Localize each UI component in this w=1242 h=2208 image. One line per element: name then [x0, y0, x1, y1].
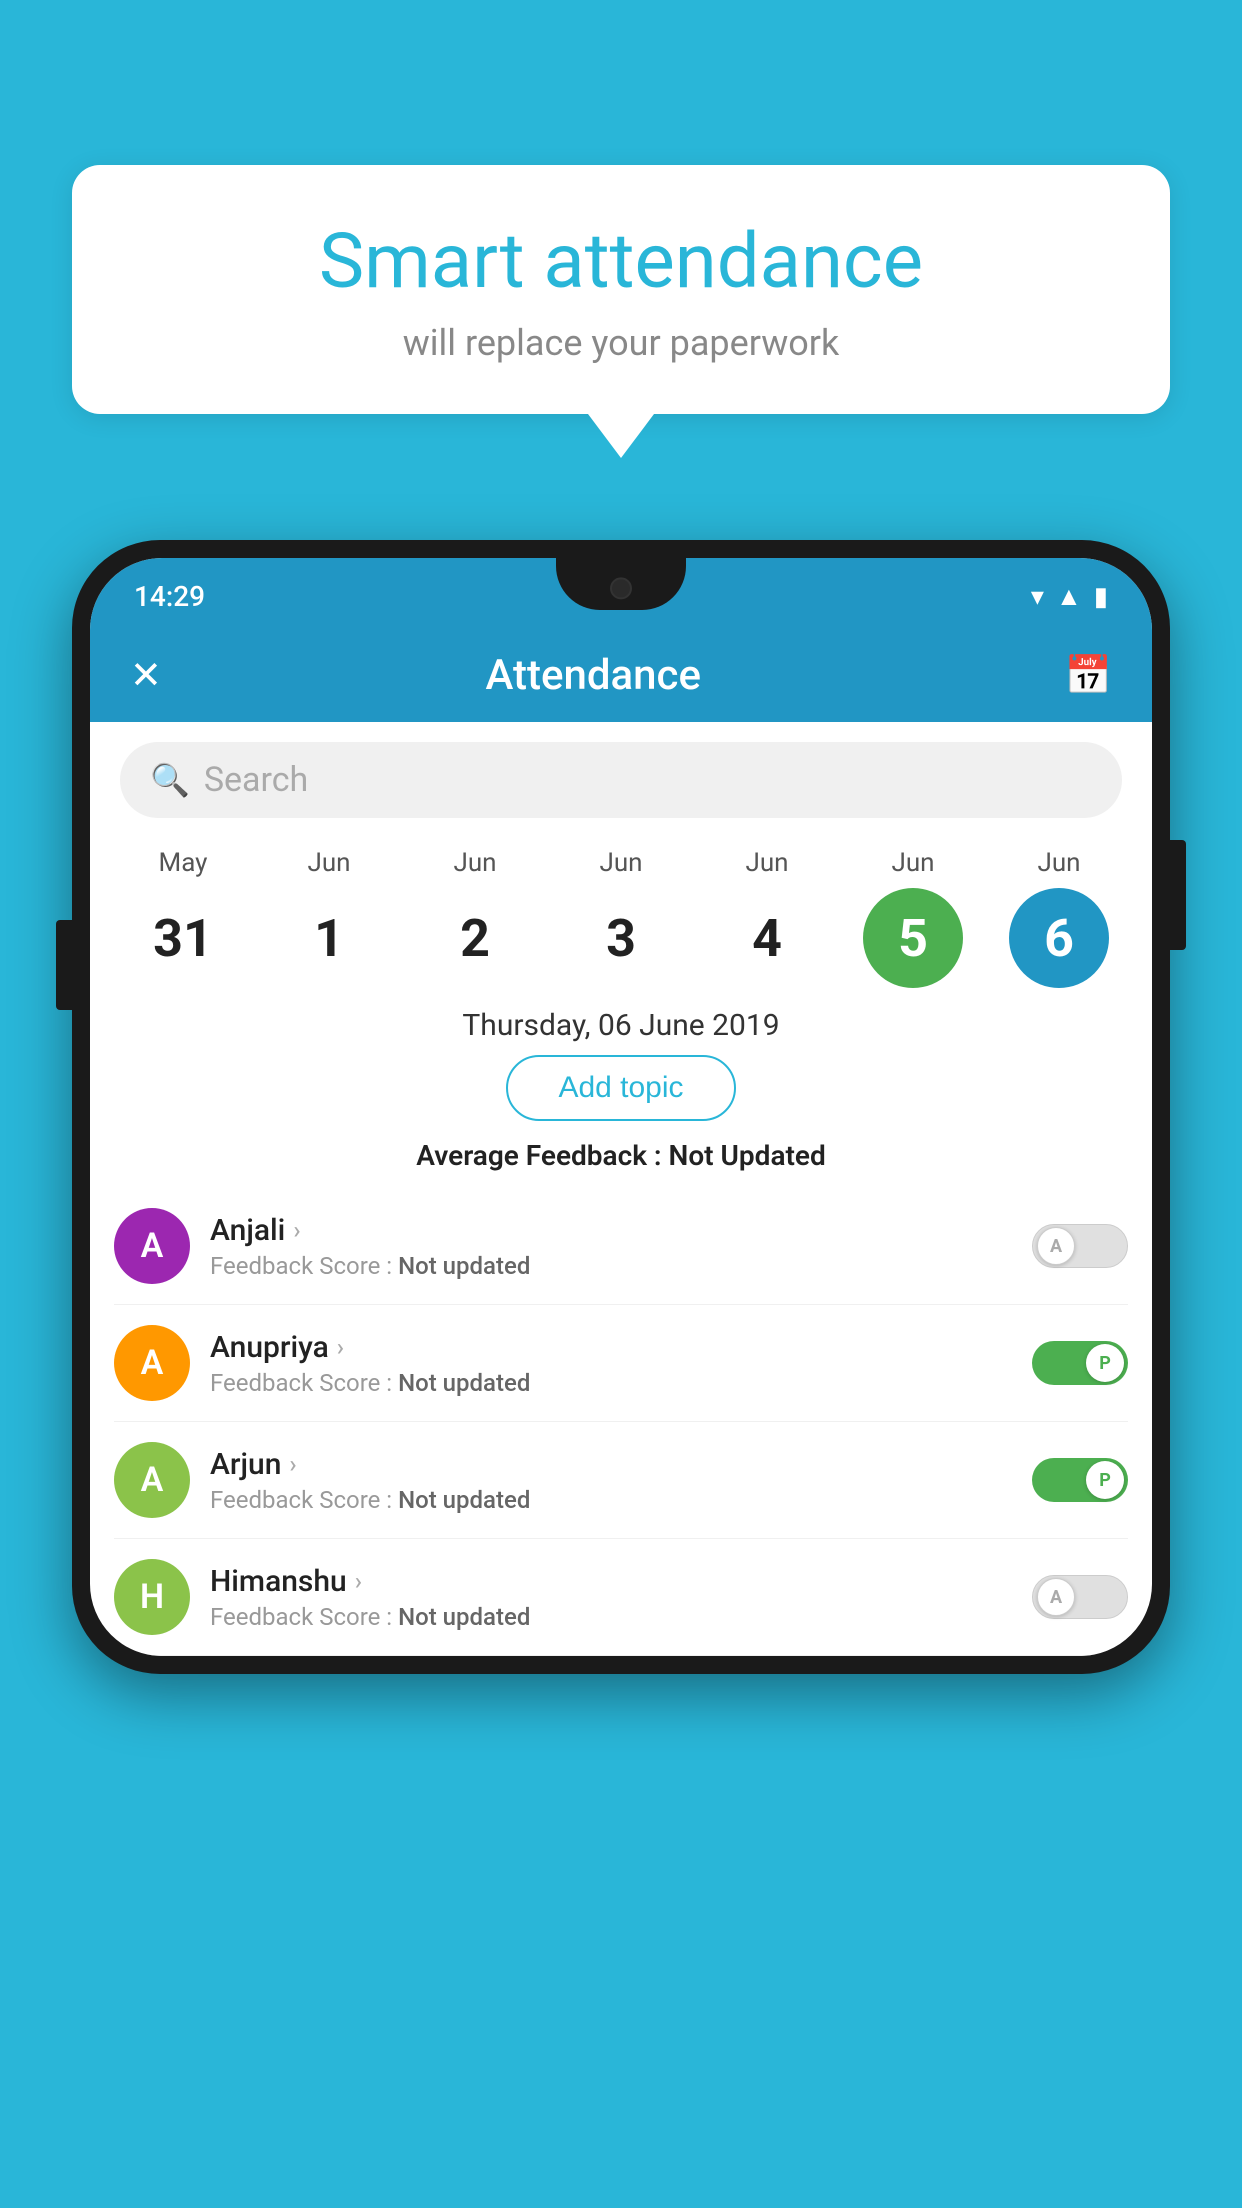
student-info-anupriya: Anupriya › Feedback Score : Not updated	[210, 1330, 1012, 1397]
cal-col-6[interactable]: Jun 6	[989, 848, 1129, 988]
cal-day-6: 6	[1009, 888, 1109, 988]
student-item-anjali: A Anjali › Feedback Score : Not updated …	[114, 1188, 1128, 1305]
cal-col-0[interactable]: May 31	[113, 848, 253, 988]
chevron-icon: ›	[289, 1450, 296, 1478]
toggle-anjali[interactable]: A	[1032, 1224, 1128, 1268]
cal-day-1: 1	[279, 888, 379, 988]
student-name-himanshu[interactable]: Himanshu ›	[210, 1564, 1012, 1599]
cal-col-4[interactable]: Jun 4	[697, 848, 837, 988]
student-name-anupriya[interactable]: Anupriya ›	[210, 1330, 1012, 1365]
toggle-knob-anjali: A	[1037, 1227, 1075, 1265]
student-info-arjun: Arjun › Feedback Score : Not updated	[210, 1447, 1012, 1514]
student-name-anjali[interactable]: Anjali ›	[210, 1213, 1012, 1248]
battery-icon: ▮	[1094, 582, 1108, 612]
wifi-icon: ▾	[1031, 582, 1044, 612]
search-placeholder: Search	[204, 760, 308, 800]
student-item-himanshu: H Himanshu › Feedback Score : Not update…	[114, 1539, 1128, 1656]
avatar-himanshu: H	[114, 1559, 190, 1635]
feedback-anupriya: Feedback Score : Not updated	[210, 1369, 1012, 1397]
phone-screen: 14:29 ▾ ▲ ▮ ✕ Attendance 📅 🔍 Search	[90, 558, 1152, 1656]
cal-day-5: 5	[863, 888, 963, 988]
feedback-himanshu: Feedback Score : Not updated	[210, 1603, 1012, 1631]
chevron-icon: ›	[293, 1216, 300, 1244]
feedback-arjun: Feedback Score : Not updated	[210, 1486, 1012, 1514]
signal-icon: ▲	[1056, 581, 1082, 612]
add-topic-button[interactable]: Add topic	[506, 1055, 735, 1121]
cal-month-2: Jun	[453, 848, 496, 878]
toggle-knob-himanshu: A	[1037, 1578, 1075, 1616]
cal-month-1: Jun	[307, 848, 350, 878]
speech-bubble-title: Smart attendance	[112, 220, 1130, 304]
avatar-arjun: A	[114, 1442, 190, 1518]
toggle-anupriya[interactable]: P	[1032, 1341, 1128, 1385]
cal-col-2[interactable]: Jun 2	[405, 848, 545, 988]
phone-notch	[556, 558, 686, 610]
search-icon: 🔍	[150, 761, 190, 799]
avatar-anupriya: A	[114, 1325, 190, 1401]
cal-day-4: 4	[717, 888, 817, 988]
calendar-icon[interactable]: 📅	[1065, 654, 1112, 698]
cal-month-5: Jun	[891, 848, 934, 878]
cal-day-0: 31	[133, 888, 233, 988]
avg-feedback-value: Not Updated	[669, 1139, 826, 1172]
app-bar-title: Attendance	[122, 651, 1065, 700]
cal-month-3: Jun	[599, 848, 642, 878]
cal-month-6: Jun	[1037, 848, 1080, 878]
speech-bubble: Smart attendance will replace your paper…	[72, 165, 1170, 414]
student-info-himanshu: Himanshu › Feedback Score : Not updated	[210, 1564, 1012, 1631]
cal-col-5[interactable]: Jun 5	[843, 848, 983, 988]
cal-month-0: May	[159, 848, 208, 878]
status-icons: ▾ ▲ ▮	[1031, 581, 1108, 612]
cal-col-3[interactable]: Jun 3	[551, 848, 691, 988]
toggle-knob-anupriya: P	[1086, 1344, 1124, 1382]
student-list: A Anjali › Feedback Score : Not updated …	[90, 1188, 1152, 1656]
student-item-anupriya: A Anupriya › Feedback Score : Not update…	[114, 1305, 1128, 1422]
cal-day-2: 2	[425, 888, 525, 988]
cal-day-3: 3	[571, 888, 671, 988]
phone-wrapper: 14:29 ▾ ▲ ▮ ✕ Attendance 📅 🔍 Search	[72, 540, 1170, 2208]
student-info-anjali: Anjali › Feedback Score : Not updated	[210, 1213, 1012, 1280]
avatar-anjali: A	[114, 1208, 190, 1284]
status-time: 14:29	[134, 580, 205, 613]
calendar-strip: May 31 Jun 1 Jun 2 Jun 3 Jun 4	[90, 838, 1152, 988]
speech-bubble-subtitle: will replace your paperwork	[112, 322, 1130, 364]
notch-camera	[610, 577, 632, 599]
phone-frame: 14:29 ▾ ▲ ▮ ✕ Attendance 📅 🔍 Search	[72, 540, 1170, 1674]
chevron-icon: ›	[355, 1567, 362, 1595]
student-name-arjun[interactable]: Arjun ›	[210, 1447, 1012, 1482]
toggle-himanshu[interactable]: A	[1032, 1575, 1128, 1619]
student-item-arjun: A Arjun › Feedback Score : Not updated P	[114, 1422, 1128, 1539]
toggle-arjun[interactable]: P	[1032, 1458, 1128, 1502]
app-bar: ✕ Attendance 📅	[90, 629, 1152, 722]
cal-col-1[interactable]: Jun 1	[259, 848, 399, 988]
feedback-anjali: Feedback Score : Not updated	[210, 1252, 1012, 1280]
toggle-knob-arjun: P	[1086, 1461, 1124, 1499]
cal-month-4: Jun	[745, 848, 788, 878]
search-bar[interactable]: 🔍 Search	[120, 742, 1122, 818]
chevron-icon: ›	[337, 1333, 344, 1361]
selected-date-label: Thursday, 06 June 2019	[90, 988, 1152, 1055]
avg-feedback: Average Feedback : Not Updated	[90, 1139, 1152, 1172]
